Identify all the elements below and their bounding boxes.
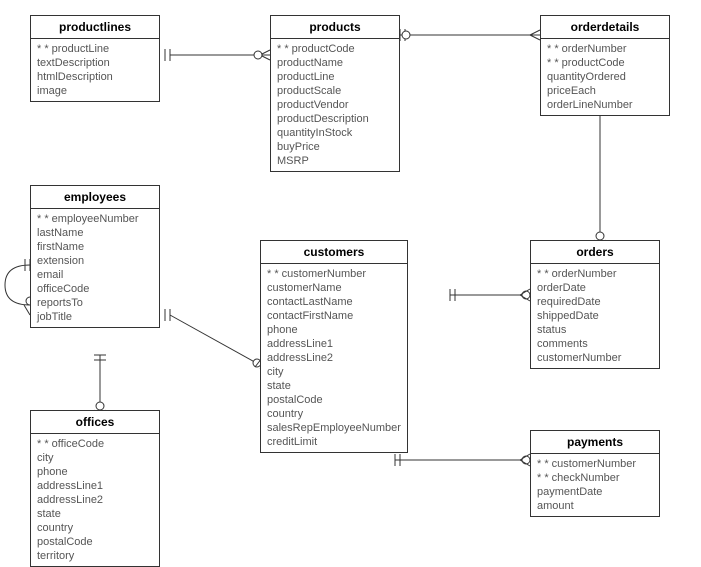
field-employees-reportsTo: reportsTo (37, 296, 153, 310)
field-offices-city: city (37, 451, 153, 465)
field-products-MSRP: MSRP (277, 154, 393, 168)
field-employees-employeeNumber: * employeeNumber (37, 212, 153, 226)
field-customers-addressLine1: addressLine1 (267, 337, 401, 351)
entity-customers: customers* customerNumbercustomerNamecon… (260, 240, 408, 453)
entity-productlines: productlines* productLinetextDescription… (30, 15, 160, 102)
field-orderdetails-orderLineNumber: orderLineNumber (547, 98, 663, 112)
entity-header-productlines: productlines (31, 16, 159, 39)
field-customers-creditLimit: creditLimit (267, 435, 401, 449)
field-employees-lastName: lastName (37, 226, 153, 240)
entity-header-orders: orders (531, 241, 659, 264)
field-orders-comments: comments (537, 337, 653, 351)
field-payments-customerNumber: * customerNumber (537, 457, 653, 471)
entity-header-offices: offices (31, 411, 159, 434)
field-customers-country: country (267, 407, 401, 421)
field-orderdetails-priceEach: priceEach (547, 84, 663, 98)
entity-header-orderdetails: orderdetails (541, 16, 669, 39)
entity-orderdetails: orderdetails* orderNumber* productCodequ… (540, 15, 670, 116)
entity-header-payments: payments (531, 431, 659, 454)
entity-body-orders: * orderNumberorderDaterequiredDateshippe… (531, 264, 659, 368)
field-orders-orderNumber: * orderNumber (537, 267, 653, 281)
field-productlines-productLine: * productLine (37, 42, 153, 56)
entity-body-offices: * officeCodecityphoneaddressLine1address… (31, 434, 159, 566)
field-products-productDescription: productDescription (277, 112, 393, 126)
field-customers-phone: phone (267, 323, 401, 337)
field-orders-status: status (537, 323, 653, 337)
field-orders-customerNumber: customerNumber (537, 351, 653, 365)
field-customers-customerName: customerName (267, 281, 401, 295)
field-products-productCode: * productCode (277, 42, 393, 56)
field-productlines-image: image (37, 84, 153, 98)
diagram-container: productlines* productLinetextDescription… (0, 0, 701, 560)
field-employees-firstName: firstName (37, 240, 153, 254)
entity-header-employees: employees (31, 186, 159, 209)
field-employees-officeCode: officeCode (37, 282, 153, 296)
entity-body-productlines: * productLinetextDescriptionhtmlDescript… (31, 39, 159, 101)
field-products-productVendor: productVendor (277, 98, 393, 112)
field-orders-orderDate: orderDate (537, 281, 653, 295)
field-products-productLine: productLine (277, 70, 393, 84)
field-productlines-textDescription: textDescription (37, 56, 153, 70)
field-orderdetails-quantityOrdered: quantityOrdered (547, 70, 663, 84)
entity-payments: payments* customerNumber* checkNumberpay… (530, 430, 660, 517)
field-customers-state: state (267, 379, 401, 393)
entity-body-customers: * customerNumbercustomerNamecontactLastN… (261, 264, 407, 452)
entity-employees: employees* employeeNumberlastNamefirstNa… (30, 185, 160, 328)
field-payments-paymentDate: paymentDate (537, 485, 653, 499)
field-offices-country: country (37, 521, 153, 535)
entity-body-products: * productCodeproductNameproductLineprodu… (271, 39, 399, 171)
field-orders-shippedDate: shippedDate (537, 309, 653, 323)
entity-body-employees: * employeeNumberlastNamefirstNameextensi… (31, 209, 159, 327)
field-customers-contactFirstName: contactFirstName (267, 309, 401, 323)
entity-products: products* productCodeproductNameproductL… (270, 15, 400, 172)
field-orders-requiredDate: requiredDate (537, 295, 653, 309)
entity-body-payments: * customerNumber* checkNumberpaymentDate… (531, 454, 659, 516)
field-customers-city: city (267, 365, 401, 379)
entity-orders: orders* orderNumberorderDaterequiredDate… (530, 240, 660, 369)
field-customers-customerNumber: * customerNumber (267, 267, 401, 281)
field-products-productName: productName (277, 56, 393, 70)
field-orderdetails-productCode: * productCode (547, 56, 663, 70)
field-customers-postalCode: postalCode (267, 393, 401, 407)
field-payments-amount: amount (537, 499, 653, 513)
entity-header-customers: customers (261, 241, 407, 264)
field-offices-addressLine2: addressLine2 (37, 493, 153, 507)
field-offices-territory: territory (37, 549, 153, 563)
entity-body-orderdetails: * orderNumber* productCodequantityOrdere… (541, 39, 669, 115)
field-orderdetails-orderNumber: * orderNumber (547, 42, 663, 56)
field-offices-phone: phone (37, 465, 153, 479)
entity-header-products: products (271, 16, 399, 39)
field-offices-officeCode: * officeCode (37, 437, 153, 451)
field-employees-extension: extension (37, 254, 153, 268)
field-employees-jobTitle: jobTitle (37, 310, 153, 324)
field-products-quantityInStock: quantityInStock (277, 126, 393, 140)
field-products-productScale: productScale (277, 84, 393, 98)
field-employees-email: email (37, 268, 153, 282)
field-payments-checkNumber: * checkNumber (537, 471, 653, 485)
field-customers-contactLastName: contactLastName (267, 295, 401, 309)
field-offices-postalCode: postalCode (37, 535, 153, 549)
field-customers-salesRepEmployeeNumber: salesRepEmployeeNumber (267, 421, 401, 435)
field-products-buyPrice: buyPrice (277, 140, 393, 154)
entity-offices: offices* officeCodecityphoneaddressLine1… (30, 410, 160, 567)
field-offices-addressLine1: addressLine1 (37, 479, 153, 493)
field-offices-state: state (37, 507, 153, 521)
field-customers-addressLine2: addressLine2 (267, 351, 401, 365)
field-productlines-htmlDescription: htmlDescription (37, 70, 153, 84)
